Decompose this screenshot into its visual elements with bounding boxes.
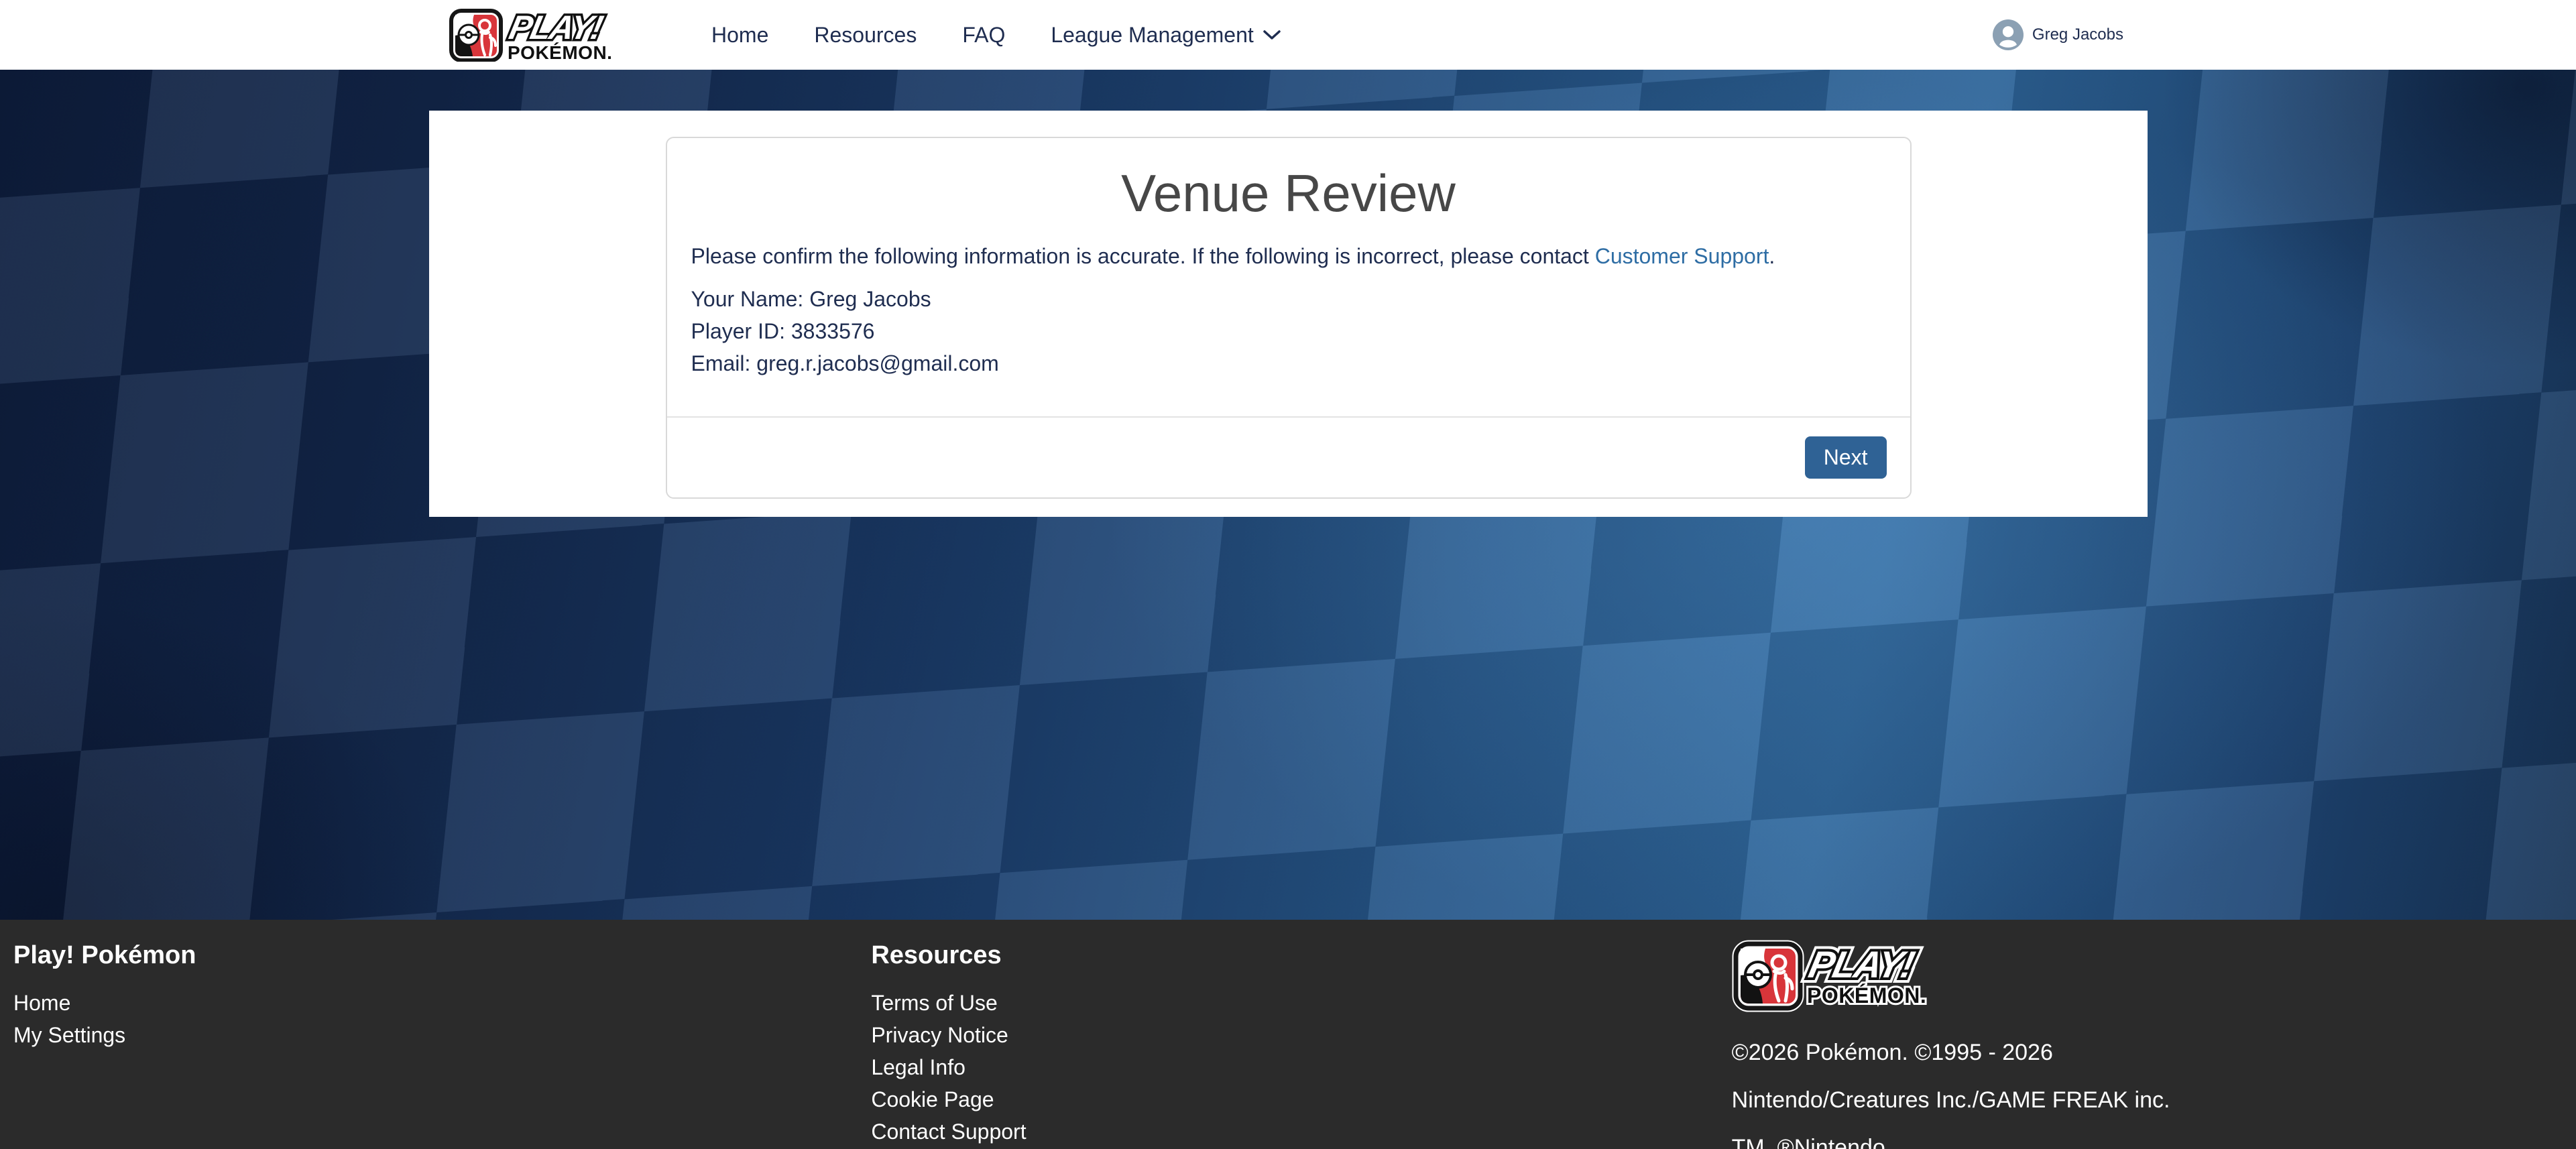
content-panel: Venue Review Please confirm the followin…	[429, 111, 2148, 517]
footer-logo-pokemon-text: POKÉMON.	[1807, 983, 1926, 1008]
play-pokemon-logo[interactable]: PLAY! POKÉMON.	[449, 8, 662, 62]
venue-review-card: Venue Review Please confirm the followin…	[666, 137, 1912, 499]
nav-faq[interactable]: FAQ	[939, 23, 1028, 48]
footer-link-privacy-notice[interactable]: Privacy Notice	[871, 1019, 1712, 1051]
chevron-down-icon	[1263, 29, 1281, 40]
user-name: Greg Jacobs	[2032, 25, 2123, 44]
customer-support-link[interactable]: Customer Support	[1595, 244, 1769, 268]
footer-logo-play-text: PLAY!	[1805, 944, 1918, 985]
footer-link-contact-support[interactable]: Contact Support	[871, 1115, 1712, 1148]
footer-heading-resources: Resources	[871, 940, 1712, 971]
confirm-instructions: Please confirm the following information…	[691, 240, 1886, 272]
player-id-line: Player ID: 3833576	[691, 315, 1886, 347]
footer-play-pokemon-logo-icon: PLAY! PLAY! POKÉMON.	[1732, 940, 1933, 1012]
nav-home-label: Home	[711, 23, 768, 48]
top-navbar: PLAY! POKÉMON. Home Resources FAQ League…	[0, 0, 2576, 70]
page: PLAY! POKÉMON. Home Resources FAQ League…	[0, 0, 2576, 1149]
footer-legal-column: PLAY! PLAY! POKÉMON. ©2026 Pokémon. ©199…	[1713, 940, 2563, 1149]
confirm-instructions-text: Please confirm the following information…	[691, 244, 1595, 268]
nav-resources[interactable]: Resources	[791, 23, 939, 48]
player-email-line: Email: greg.r.jacobs@gmail.com	[691, 347, 1886, 379]
player-info-block: Your Name: Greg Jacobs Player ID: 383357…	[691, 283, 1886, 379]
player-name-line: Your Name: Greg Jacobs	[691, 283, 1886, 315]
user-menu[interactable]: Greg Jacobs	[1993, 19, 2123, 50]
confirm-instructions-suffix: .	[1769, 244, 1775, 268]
play-pokemon-logo-icon: PLAY! POKÉMON.	[449, 8, 662, 62]
next-button[interactable]: Next	[1805, 436, 1887, 479]
nav-home[interactable]: Home	[689, 23, 791, 48]
nav-resources-label: Resources	[814, 23, 917, 48]
footer-link-legal-info[interactable]: Legal Info	[871, 1051, 1712, 1083]
footer-resources-column: Resources Terms of Use Privacy Notice Le…	[863, 940, 1712, 1149]
nav-league-management-label: League Management	[1051, 23, 1253, 48]
user-avatar-icon	[1993, 19, 2024, 50]
venue-review-card-body: Venue Review Please confirm the followin…	[667, 138, 1910, 379]
copyright-text: ©2026 Pokémon. ©1995 - 2026 Nintendo/Cre…	[1732, 1029, 2201, 1149]
site-footer: Play! Pokémon Home My Settings Resources…	[0, 920, 2576, 1149]
nav-links: Home Resources FAQ League Management	[689, 23, 1303, 48]
nav-faq-label: FAQ	[962, 23, 1005, 48]
footer-play-pokemon-column: Play! Pokémon Home My Settings	[13, 940, 863, 1149]
checkered-background: Venue Review Please confirm the followin…	[0, 70, 2576, 920]
logo-pokemon-text: POKÉMON.	[508, 42, 612, 62]
logo-play-text: PLAY!	[506, 9, 606, 46]
card-footer: Next	[667, 416, 1910, 497]
page-title: Venue Review	[691, 162, 1886, 225]
footer-link-cookie-page[interactable]: Cookie Page	[871, 1083, 1712, 1115]
footer-heading-play-pokemon: Play! Pokémon	[13, 940, 863, 971]
footer-link-home[interactable]: Home	[13, 987, 863, 1019]
footer-link-terms-of-use[interactable]: Terms of Use	[871, 987, 1712, 1019]
nav-league-management[interactable]: League Management	[1028, 23, 1303, 48]
footer-link-my-settings[interactable]: My Settings	[13, 1019, 863, 1051]
